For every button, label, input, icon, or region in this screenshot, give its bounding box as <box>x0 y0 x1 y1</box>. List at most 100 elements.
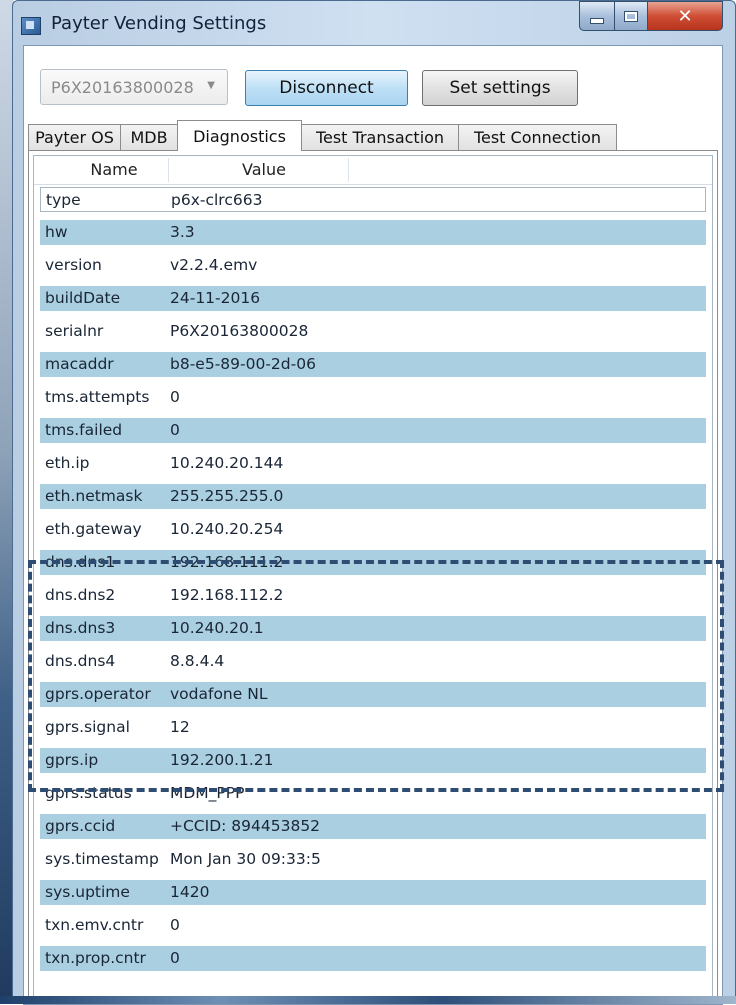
app-icon <box>21 17 41 35</box>
row-name: tms.attempts <box>45 388 150 406</box>
row-value: 24-11-2016 <box>170 289 261 307</box>
row-value: 10.240.20.254 <box>170 520 284 538</box>
app-window: Payter Vending Settings ✕ P6X20163800028… <box>12 0 736 1005</box>
table-row[interactable]: tms.attempts 0 <box>40 385 706 410</box>
row-name: gprs.ccid <box>45 817 116 835</box>
row-name: dns.dns1 <box>45 553 116 571</box>
diagnostics-panel: Name Value type p6x-clrc663 hw 3.3 version v2… <box>28 150 724 1002</box>
row-name: tms.failed <box>45 421 123 439</box>
disconnect-button[interactable]: Disconnect <box>245 70 408 106</box>
row-value: vodafone NL <box>170 685 268 703</box>
row-value: b8-e5-89-00-2d-06 <box>170 355 316 373</box>
row-value: 0 <box>170 949 180 967</box>
row-value: v2.2.4.emv <box>170 256 258 274</box>
row-name: macaddr <box>45 355 114 373</box>
table-row[interactable]: tms.failed 0 <box>40 418 706 443</box>
maximize-icon <box>624 10 638 22</box>
row-name: sys.timestamp <box>45 850 159 868</box>
row-name: gprs.signal <box>45 718 130 736</box>
table-row[interactable]: dns.dns4 8.8.4.4 <box>40 649 706 674</box>
row-name: dns.dns2 <box>45 586 116 604</box>
table-row[interactable]: macaddr b8-e5-89-00-2d-06 <box>40 352 706 377</box>
row-name: gprs.operator <box>45 685 151 703</box>
table-row[interactable]: version v2.2.4.emv <box>40 253 706 278</box>
row-value: 10.240.20.144 <box>170 454 284 472</box>
close-button[interactable]: ✕ <box>647 1 723 31</box>
chevron-down-icon: ▼ <box>207 80 215 91</box>
table-row[interactable]: eth.gateway 10.240.20.254 <box>40 517 706 542</box>
row-name: gprs.status <box>45 784 132 802</box>
close-icon: ✕ <box>677 5 693 27</box>
table-row[interactable]: sys.uptime 1420 <box>40 880 706 905</box>
row-name: txn.prop.cntr <box>45 949 146 967</box>
row-name: eth.gateway <box>45 520 142 538</box>
row-value: 192.168.111.2 <box>170 553 284 571</box>
row-value: 0 <box>170 916 180 934</box>
set-settings-button[interactable]: Set settings <box>422 70 578 106</box>
row-value: 1420 <box>170 883 210 901</box>
row-value: 0 <box>170 421 180 439</box>
row-value: P6X20163800028 <box>170 322 309 340</box>
minimize-icon <box>590 18 604 24</box>
row-name: version <box>45 256 102 274</box>
table-row[interactable]: type p6x-clrc663 <box>40 187 706 212</box>
row-value: Mon Jan 30 09:33:5 <box>170 850 321 868</box>
table-row[interactable]: eth.netmask 255.255.255.0 <box>40 484 706 509</box>
row-value: 192.200.1.21 <box>170 751 274 769</box>
row-name: serialnr <box>45 322 104 340</box>
table-row[interactable]: dns.dns2 192.168.112.2 <box>40 583 706 608</box>
table-row[interactable]: hw 3.3 <box>40 220 706 245</box>
tab-test-transaction[interactable]: Test Transaction <box>301 124 459 150</box>
device-select-value: P6X20163800028 <box>51 78 194 97</box>
table-row[interactable]: dns.dns3 10.240.20.1 <box>40 616 706 641</box>
table-row[interactable]: gprs.signal 12 <box>40 715 706 740</box>
row-name: hw <box>45 223 68 241</box>
tab-payter-os[interactable]: Payter OS <box>28 124 121 150</box>
column-header-name[interactable]: Name <box>74 160 154 179</box>
window-title: Payter Vending Settings <box>51 13 267 34</box>
device-select[interactable]: P6X20163800028 ▼ <box>40 69 228 105</box>
table-row[interactable]: serialnr P6X20163800028 <box>40 319 706 344</box>
row-value: 192.168.112.2 <box>170 586 284 604</box>
column-divider[interactable] <box>168 158 169 182</box>
row-value: 255.255.255.0 <box>170 487 284 505</box>
row-name: eth.ip <box>45 454 90 472</box>
table-row[interactable]: gprs.ccid +CCID: 894453852 <box>40 814 706 839</box>
column-header-value[interactable]: Value <box>224 160 304 179</box>
row-value: 10.240.20.1 <box>170 619 264 637</box>
minimize-button[interactable] <box>579 1 615 31</box>
client-area: P6X20163800028 ▼ Disconnect Set settings… <box>23 45 724 1005</box>
row-name: dns.dns3 <box>45 619 116 637</box>
row-name: eth.netmask <box>45 487 143 505</box>
tab-mdb[interactable]: MDB <box>120 124 178 150</box>
grid-header: Name Value <box>34 156 712 185</box>
row-value: 0 <box>170 388 180 406</box>
table-row[interactable]: eth.ip 10.240.20.144 <box>40 451 706 476</box>
row-value: MDM_PPP <box>170 784 245 802</box>
tab-diagnostics[interactable]: Diagnostics <box>177 120 302 151</box>
table-row[interactable]: txn.prop.cntr 0 <box>40 946 706 971</box>
row-name: txn.emv.cntr <box>45 916 144 934</box>
row-name: gprs.ip <box>45 751 99 769</box>
table-row[interactable]: sys.timestamp Mon Jan 30 09:33:5 <box>40 847 706 872</box>
row-value: p6x-clrc663 <box>171 191 263 209</box>
table-row[interactable]: dns.dns1 192.168.111.2 <box>40 550 706 575</box>
row-name: dns.dns4 <box>45 652 116 670</box>
maximize-button[interactable] <box>614 1 648 31</box>
taskbar-strip <box>0 996 736 1004</box>
row-value: 3.3 <box>170 223 195 241</box>
row-name: buildDate <box>45 289 121 307</box>
row-name: sys.uptime <box>45 883 130 901</box>
row-name: type <box>46 191 81 209</box>
column-divider[interactable] <box>348 158 349 182</box>
table-row[interactable]: gprs.ip 192.200.1.21 <box>40 748 706 773</box>
title-bar[interactable]: Payter Vending Settings ✕ <box>13 1 735 45</box>
table-row[interactable]: gprs.status MDM_PPP <box>40 781 706 806</box>
table-row[interactable]: buildDate 24-11-2016 <box>40 286 706 311</box>
diagnostics-grid[interactable]: Name Value type p6x-clrc663 hw 3.3 version v2… <box>33 155 713 997</box>
row-value: +CCID: 894453852 <box>170 817 321 835</box>
table-row[interactable]: txn.emv.cntr 0 <box>40 913 706 938</box>
tab-test-connection[interactable]: Test Connection <box>458 124 617 150</box>
table-row[interactable]: gprs.operator vodafone NL <box>40 682 706 707</box>
row-value: 12 <box>170 718 190 736</box>
